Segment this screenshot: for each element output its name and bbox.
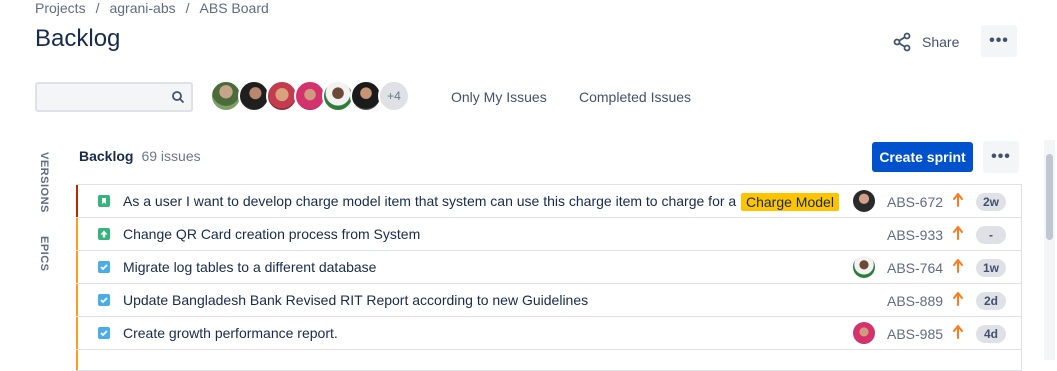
backlog-header: Backlog 69 issues [79, 148, 201, 164]
page-scrollbar[interactable] [1044, 140, 1055, 360]
page-more-button[interactable]: ••• [981, 25, 1017, 57]
assignee-avatar-group: +4 [210, 80, 410, 112]
issue-row[interactable]: Create growth performance report. ABS-98… [76, 317, 1022, 350]
share-icon [893, 32, 911, 52]
breadcrumb: Projects / agrani-abs / ABS Board [35, 0, 269, 16]
assignee-avatar [853, 322, 875, 344]
backlog-title: Backlog [79, 148, 134, 164]
search-icon [172, 91, 185, 104]
story-point-estimate: 2d [976, 292, 1006, 310]
more-icon: ••• [989, 32, 1009, 49]
issue-row[interactable]: As a user I want to develop charge model… [76, 185, 1022, 218]
page-title: Backlog [35, 25, 121, 52]
priority-high-icon [953, 226, 963, 240]
search-input[interactable] [43, 88, 167, 106]
task-icon [98, 327, 110, 339]
breadcrumb-separator: / [185, 0, 190, 16]
priority-high-icon [953, 292, 963, 306]
breadcrumb-board[interactable]: ABS Board [200, 0, 269, 16]
issue-summary: Change QR Card creation process from Sys… [123, 226, 421, 242]
backlog-more-button[interactable]: ••• [983, 141, 1019, 173]
issue-key[interactable]: ABS-672 [887, 194, 943, 210]
epic-color-stripe [76, 284, 78, 316]
issue-row[interactable]: Update Bangladesh Bank Revised RIT Repor… [76, 284, 1022, 317]
issue-summary: Create growth performance report. [123, 325, 338, 341]
issue-list: As a user I want to develop charge model… [76, 184, 1022, 371]
issue-key[interactable]: ABS-933 [887, 227, 943, 243]
issue-key[interactable]: ABS-985 [887, 326, 943, 342]
issue-key[interactable]: ABS-889 [887, 293, 943, 309]
epic-color-stripe [76, 251, 78, 283]
epic-color-stripe [76, 218, 78, 250]
versions-panel-toggle[interactable]: VERSIONS [38, 152, 50, 213]
search-field[interactable] [35, 82, 193, 112]
epic-color-stripe [76, 185, 78, 217]
issue-row[interactable]: Change QR Card creation process from Sys… [76, 218, 1022, 251]
story-point-estimate: - [976, 226, 1006, 244]
assignee-avatar [853, 190, 875, 212]
create-sprint-button[interactable]: Create sprint [872, 142, 973, 172]
epic-color-stripe [76, 350, 78, 370]
backlog-issue-count: 69 issues [141, 148, 201, 164]
breadcrumb-separator: / [95, 0, 100, 16]
breadcrumb-projects[interactable]: Projects [35, 0, 86, 16]
filter-only-my-issues[interactable]: Only My Issues [451, 89, 547, 105]
story-point-estimate: 2w [976, 193, 1006, 211]
share-button[interactable]: Share [884, 26, 967, 58]
task-icon [98, 261, 110, 273]
assignee-avatar [853, 256, 875, 278]
task-icon [98, 294, 110, 306]
issue-summary: Migrate log tables to a different databa… [123, 259, 377, 275]
epics-panel-toggle[interactable]: EPICS [38, 236, 50, 272]
issue-row[interactable]: Migrate log tables to a different databa… [76, 251, 1022, 284]
issue-summary: Update Bangladesh Bank Revised RIT Repor… [123, 292, 589, 308]
avatar-overflow-count[interactable]: +4 [378, 80, 410, 112]
more-icon: ••• [991, 148, 1011, 165]
issue-key[interactable]: ABS-764 [887, 260, 943, 276]
priority-high-icon [953, 193, 963, 207]
epic-color-stripe [76, 317, 78, 349]
issue-label[interactable]: Charge Model [741, 193, 839, 211]
filter-completed-issues[interactable]: Completed Issues [579, 89, 691, 105]
scrollbar-thumb[interactable] [1046, 154, 1053, 240]
issue-summary: As a user I want to develop charge model… [123, 193, 737, 209]
share-label: Share [922, 34, 960, 50]
breadcrumb-project[interactable]: agrani-abs [109, 0, 175, 16]
story-icon [98, 195, 110, 207]
priority-high-icon [953, 259, 963, 273]
story-point-estimate: 4d [976, 325, 1006, 343]
issue-row[interactable] [76, 350, 1022, 371]
priority-high-icon [953, 325, 963, 339]
story-point-estimate: 1w [976, 259, 1006, 277]
improvement-icon [98, 228, 110, 240]
